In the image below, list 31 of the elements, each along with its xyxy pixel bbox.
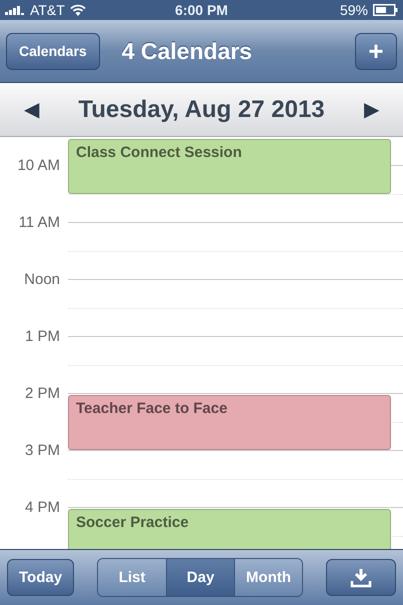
- hour-label: 1 PM: [24, 328, 60, 345]
- today-button[interactable]: Today: [7, 559, 74, 596]
- hour-label: Noon: [23, 271, 60, 288]
- event-title: Teacher Face to Face: [76, 400, 228, 417]
- hour-label: 4 PM: [24, 499, 60, 516]
- previous-day-button[interactable]: ◀: [24, 97, 39, 122]
- event-title: Class Connect Session: [76, 144, 242, 160]
- add-button[interactable]: +: [355, 32, 397, 70]
- hour-label: 11 AM: [18, 214, 60, 231]
- view-tab[interactable]: Day: [166, 559, 234, 596]
- event-title: Soccer Practice: [76, 514, 189, 531]
- calendar-event[interactable]: Soccer Practice: [68, 509, 391, 549]
- view-tab[interactable]: List: [98, 559, 166, 596]
- status-time: 6:00 PM: [175, 2, 228, 18]
- date-title: Tuesday, Aug 27 2013: [78, 96, 325, 124]
- download-icon: [350, 568, 372, 588]
- nav-title: 4 Calendars: [122, 38, 252, 64]
- battery-icon: [372, 4, 398, 16]
- calendar-event[interactable]: Class Connect Session: [68, 138, 391, 194]
- battery-percent: 59%: [340, 2, 368, 18]
- download-button[interactable]: [326, 559, 396, 596]
- signal-icon: [5, 6, 25, 14]
- carrier-name: AT&T: [30, 2, 65, 18]
- calendar-event[interactable]: Teacher Face to Face: [68, 395, 391, 450]
- calendars-button[interactable]: Calendars: [6, 32, 100, 70]
- view-tab[interactable]: Month: [234, 559, 302, 596]
- hour-label: 2 PM: [24, 385, 60, 402]
- next-day-button[interactable]: ▶: [364, 97, 379, 122]
- hour-label: 3 PM: [24, 442, 60, 459]
- hour-label: 10 AM: [16, 157, 60, 174]
- wifi-icon: [70, 4, 86, 16]
